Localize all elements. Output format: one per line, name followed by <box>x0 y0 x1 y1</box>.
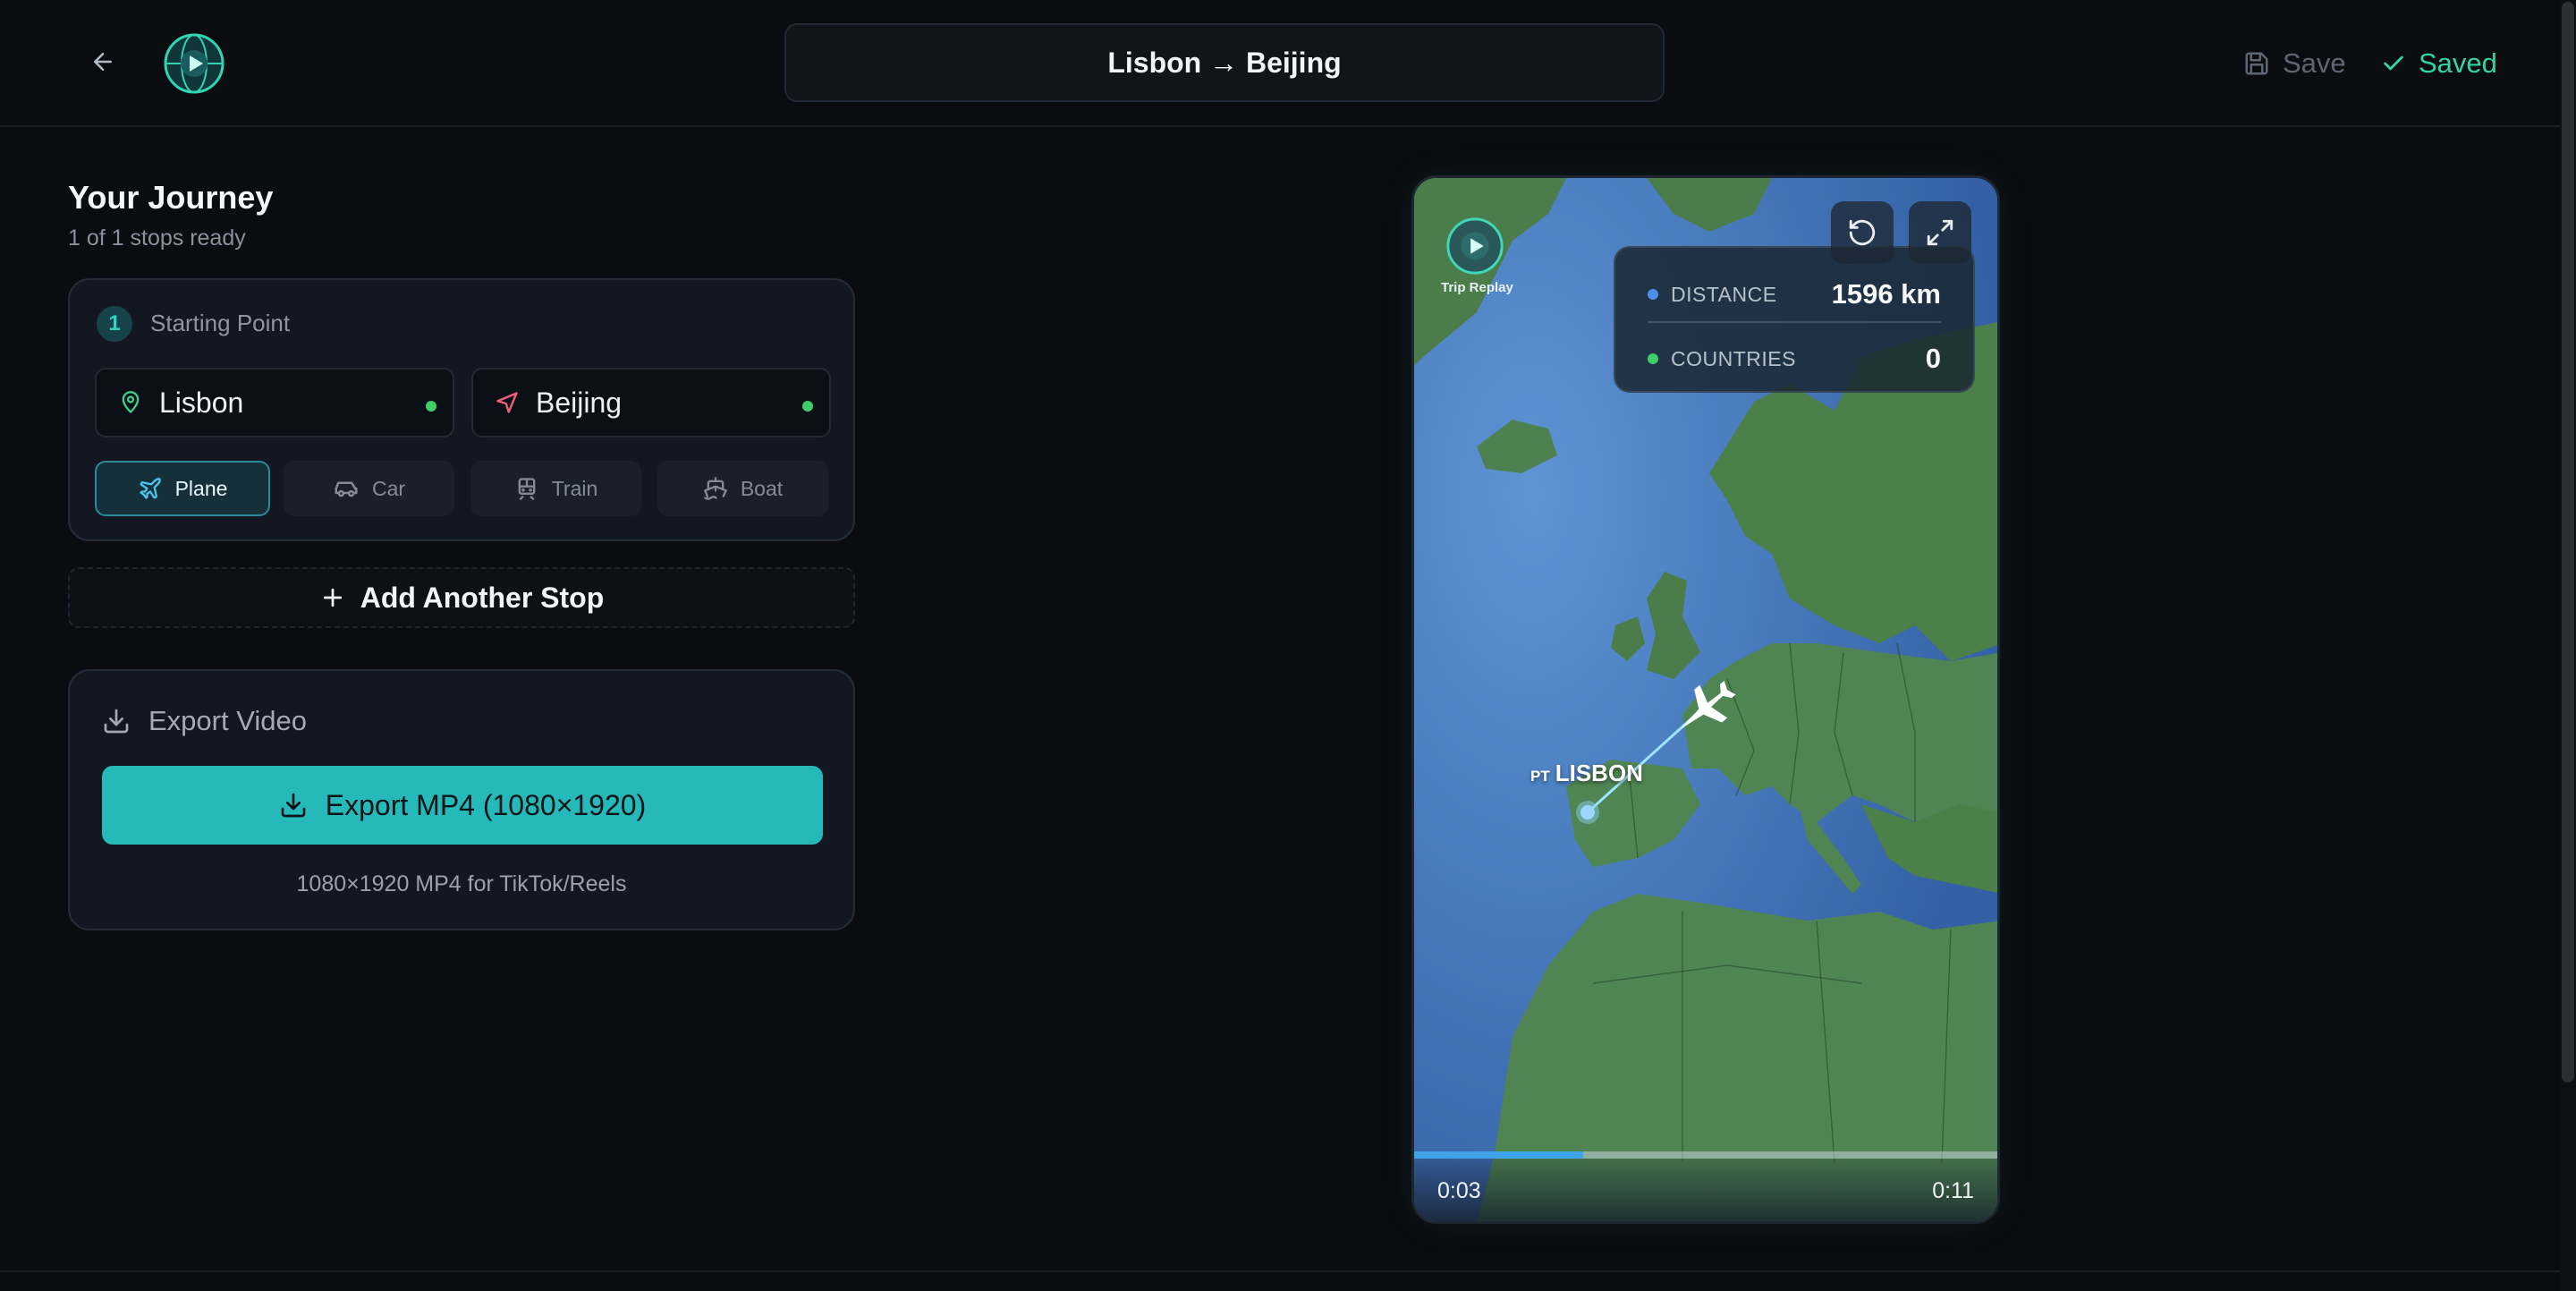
distance-label: DISTANCE <box>1671 282 1777 306</box>
stats-divider <box>1648 321 1941 323</box>
footer-divider <box>0 1270 2560 1272</box>
current-time: 0:03 <box>1437 1178 1481 1203</box>
replay-button[interactable] <box>1831 201 1894 264</box>
distance-value: 1596 km <box>1831 278 1941 310</box>
plus-icon <box>323 588 342 607</box>
mode-plane-button[interactable]: Plane <box>95 461 270 516</box>
mode-car-button[interactable]: Car <box>284 461 454 516</box>
city-name: LISBON <box>1555 760 1643 786</box>
mode-plane-label: Plane <box>174 476 228 500</box>
distance-dot <box>1648 289 1658 300</box>
distance-stat: DISTANCE 1596 km <box>1648 276 1941 312</box>
destination-status-dot <box>802 401 813 412</box>
export-card: Export Video Export MP4 (1080×1920) 1080… <box>68 669 855 930</box>
destination-field[interactable]: Beijing <box>471 368 831 437</box>
add-stop-label: Add Another Stop <box>360 581 605 614</box>
navigation-arrow-icon <box>496 392 518 413</box>
countries-dot <box>1648 353 1658 364</box>
origin-status-dot <box>426 401 436 412</box>
mode-car-label: Car <box>371 476 406 500</box>
preview-logo <box>1445 216 1505 276</box>
playback-bar <box>1414 1159 1997 1221</box>
countries-stat: COUNTRIES 0 <box>1648 341 1941 377</box>
scrollbar-thumb[interactable] <box>2562 2 2574 1083</box>
video-preview[interactable]: Trip Replay DISTANCE 1596 km COUNTRIES 0… <box>1411 175 2000 1224</box>
check-icon <box>2384 55 2403 71</box>
city-country-code: PT <box>1530 768 1550 785</box>
trip-title-field[interactable]: Lisbon → Beijing <box>784 23 1665 102</box>
stats-overlay: DISTANCE 1596 km COUNTRIES 0 <box>1614 246 1975 393</box>
journey-status: 1 of 1 stops ready <box>68 225 246 251</box>
boat-icon <box>703 477 727 500</box>
trip-title: Lisbon → Beijing <box>1107 46 1342 79</box>
stop-number-badge: 1 <box>97 306 132 342</box>
export-button-label: Export MP4 (1080×1920) <box>325 788 647 821</box>
download-icon <box>104 709 129 734</box>
progress-track[interactable] <box>1414 1151 1997 1159</box>
mode-train-button[interactable]: Train <box>470 461 641 516</box>
origin-value: Lisbon <box>159 386 244 419</box>
save-label: Save <box>2283 47 2346 79</box>
back-button[interactable] <box>82 41 123 82</box>
mode-train-label: Train <box>551 476 598 500</box>
export-mp4-button[interactable]: Export MP4 (1080×1920) <box>102 766 823 845</box>
plane-icon <box>139 478 161 499</box>
export-header: Export Video <box>102 705 307 737</box>
countries-value: 0 <box>1925 343 1941 374</box>
destination-value: Beijing <box>536 386 623 419</box>
top-bar: Lisbon → Beijing Save Saved <box>0 0 2576 127</box>
fullscreen-button[interactable] <box>1909 201 1971 264</box>
countries-label: COUNTRIES <box>1671 346 1796 370</box>
app-logo[interactable] <box>163 32 225 95</box>
download-icon <box>281 793 306 818</box>
arrow-left-icon <box>94 53 112 71</box>
train-icon <box>518 478 536 500</box>
car-icon <box>335 481 358 497</box>
floppy-disk-icon <box>2245 52 2268 75</box>
globe-play-icon <box>164 33 225 94</box>
map-pin-icon <box>122 391 140 413</box>
saved-label: Saved <box>2419 47 2497 79</box>
save-button[interactable]: Save <box>2243 43 2346 84</box>
export-title: Export Video <box>148 705 307 736</box>
mode-boat-button[interactable]: Boat <box>657 461 828 516</box>
origin-field[interactable]: Lisbon <box>95 368 454 437</box>
preview-brand: Trip Replay <box>1441 280 1513 295</box>
expand-icon <box>1927 219 1953 246</box>
stop-card: 1 Starting Point Lisbon Beijing Plane Ca… <box>68 278 855 541</box>
export-note: 1080×1920 MP4 for TikTok/Reels <box>296 871 627 896</box>
stop-label: Starting Point <box>150 310 291 336</box>
city-label: PT LISBON <box>1530 760 1643 787</box>
saved-indicator: Saved <box>2381 43 2497 84</box>
globe-play-icon <box>1446 217 1504 275</box>
total-time: 0:11 <box>1932 1178 1974 1203</box>
rotate-ccw-icon <box>1849 219 1876 246</box>
mode-boat-label: Boat <box>740 476 784 500</box>
add-stop-button[interactable]: Add Another Stop <box>68 567 855 628</box>
progress-fill <box>1414 1151 1584 1159</box>
journey-title: Your Journey <box>68 179 274 216</box>
